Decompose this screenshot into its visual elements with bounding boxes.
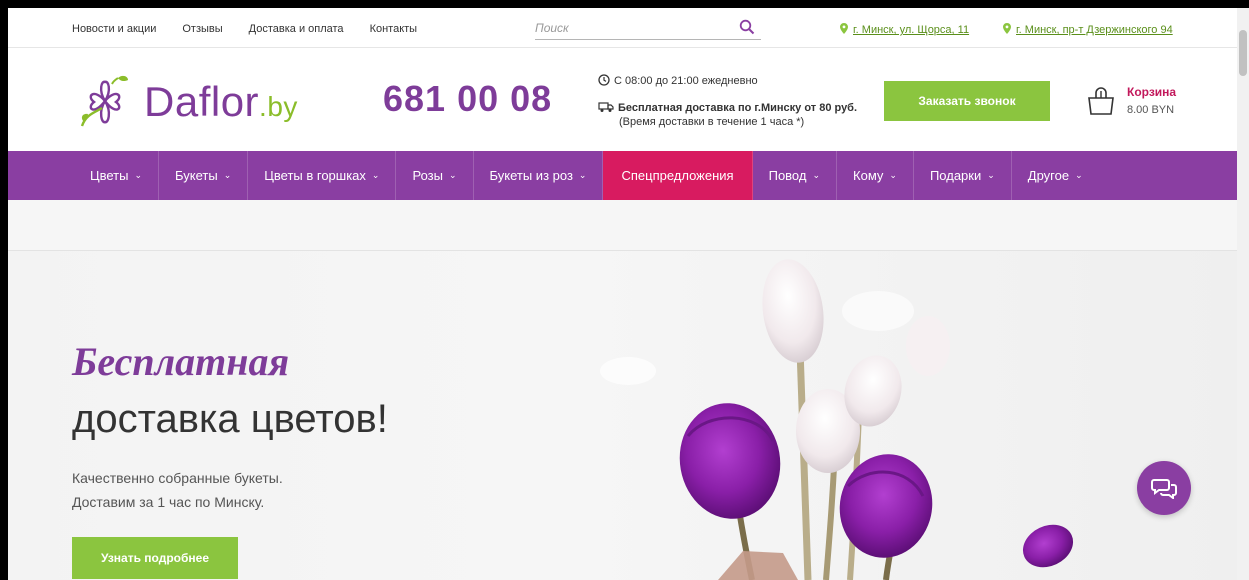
nav-item-label: Повод: [768, 168, 807, 183]
chevron-down-icon: ⌄: [812, 170, 821, 180]
nav-item-occasion[interactable]: Повод ⌄: [753, 151, 838, 200]
nav-item-flowers[interactable]: Цветы ⌄: [72, 151, 160, 200]
nav-item-label: Цветы в горшках: [264, 168, 366, 183]
nav-item-roses[interactable]: Розы ⌄: [396, 151, 474, 200]
address-link-2[interactable]: г. Минск, пр-т Дзержинского 94: [1003, 23, 1173, 36]
nav-item-potted-flowers[interactable]: Цветы в горшках ⌄: [248, 151, 397, 200]
scrollbar-thumb[interactable]: [1239, 30, 1247, 76]
nav-item-label: Подарки: [929, 168, 982, 183]
logo-tld-text: .by: [259, 91, 298, 122]
map-pin-icon: [840, 23, 848, 34]
nav-item-label: Другое: [1027, 168, 1070, 183]
chevron-down-icon: ⌄: [448, 170, 457, 180]
content-spacer-band: [8, 200, 1237, 251]
search-input[interactable]: [535, 18, 725, 38]
hours-text: С 08:00 до 21:00 ежедневно: [614, 75, 758, 87]
clock-icon: [598, 74, 610, 86]
logo-main-text: Daflor: [144, 78, 260, 125]
window-frame-left: [0, 0, 8, 580]
truck-icon: [598, 102, 614, 112]
top-link-reviews[interactable]: Отзывы: [182, 23, 222, 35]
hero-text-line-1: Качественно собранные букеты.: [72, 470, 283, 486]
phone-number[interactable]: 681 00 08: [383, 78, 552, 120]
nav-item-label: Спецпредложения: [621, 168, 734, 183]
flower-logo-icon: [80, 75, 128, 127]
site-header: Daflor.by 681 00 08 С 08:00 до 21:00 еже…: [8, 48, 1237, 151]
chevron-down-icon: ⌄: [987, 170, 995, 180]
top-link-contacts[interactable]: Контакты: [370, 23, 418, 35]
cart-total: 8.00 BYN: [1127, 104, 1175, 116]
top-link-delivery[interactable]: Доставка и оплата: [249, 23, 344, 35]
nav-item-gifts[interactable]: Подарки ⌄: [914, 151, 1012, 200]
cart-bag-icon[interactable]: [1086, 86, 1116, 116]
nav-item-recipient[interactable]: Кому ⌄: [837, 151, 914, 200]
nav-item-label: Букеты из роз: [489, 168, 573, 183]
top-links: Новости и акции Отзывы Доставка и оплата…: [72, 23, 443, 35]
chevron-down-icon: ⌄: [1075, 170, 1083, 180]
nav-item-other[interactable]: Другое ⌄: [1012, 151, 1099, 200]
chevron-down-icon: ⌄: [371, 170, 380, 180]
hero-title: доставка цветов!: [72, 397, 388, 441]
chevron-down-icon: ⌄: [223, 170, 232, 180]
nav-item-bouquets[interactable]: Букеты ⌄: [159, 151, 249, 200]
chevron-down-icon: ⌄: [578, 170, 587, 180]
address-1-text: г. Минск, ул. Щорса, 11: [853, 24, 970, 36]
order-call-button[interactable]: Заказать звонок: [884, 81, 1050, 121]
site-logo[interactable]: Daflor.by: [72, 68, 322, 134]
delivery-info: Бесплатная доставка по г.Минску от 80 ру…: [598, 101, 857, 114]
nav-item-rose-bouquets[interactable]: Букеты из роз ⌄: [474, 151, 604, 200]
roses-hero-image: [600, 259, 1074, 580]
map-pin-icon: [1003, 23, 1011, 34]
nav-item-special-offers[interactable]: Спецпредложения: [603, 151, 753, 200]
delivery-time-note: (Время доставки в течение 1 часа *): [619, 116, 805, 128]
address-link-1[interactable]: г. Минск, ул. Щорса, 11: [840, 23, 969, 36]
chevron-down-icon: ⌄: [134, 170, 143, 180]
page-scrollbar[interactable]: [1237, 8, 1249, 580]
hero-title-accent: Бесплатная: [72, 339, 290, 384]
working-hours: С 08:00 до 21:00 ежедневно: [598, 74, 758, 87]
address-2-text: г. Минск, пр-т Дзержинского 94: [1016, 24, 1173, 36]
nav-item-label: Букеты: [175, 168, 218, 183]
logo-text: Daflor.by: [144, 78, 298, 126]
top-link-news[interactable]: Новости и акции: [72, 23, 156, 35]
delivery-text: Бесплатная доставка по г.Минску от 80 ру…: [618, 102, 858, 114]
chat-bubbles-icon: [1151, 479, 1177, 499]
nav-item-label: Розы: [412, 168, 443, 183]
top-bar: Новости и акции Отзывы Доставка и оплата…: [8, 8, 1237, 48]
chat-widget-button[interactable]: [1137, 461, 1191, 515]
chevron-down-icon: ⌄: [889, 170, 897, 180]
nav-item-label: Кому: [853, 168, 884, 183]
window-frame-top: [0, 0, 1249, 8]
hero-banner: Бесплатная доставка цветов! Качественно …: [8, 251, 1237, 580]
hero-text-line-2: Доставим за 1 час по Минску.: [72, 494, 265, 510]
main-navigation: Цветы ⌄ Букеты ⌄ Цветы в горшках ⌄ Розы ⌄ Бу…: [8, 151, 1237, 200]
search-icon[interactable]: [739, 19, 755, 35]
nav-item-label: Цветы: [90, 168, 129, 183]
cart-link[interactable]: Корзина: [1127, 85, 1176, 99]
learn-more-button[interactable]: Узнать подробнее: [72, 537, 238, 579]
search-box: [535, 18, 761, 40]
